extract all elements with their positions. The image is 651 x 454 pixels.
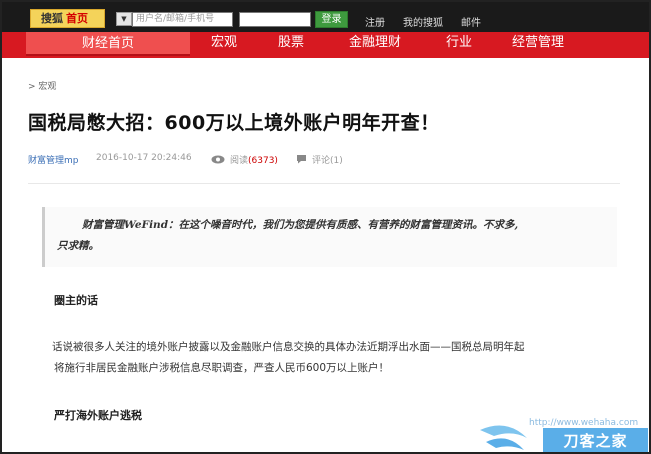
watermark-url: http://www.wehaha.com bbox=[529, 418, 639, 428]
main-nav: 财经首页 宏观 股票 金融理财 行业 经营管理 bbox=[2, 32, 649, 58]
nav-item-finance[interactable]: 金融理财 bbox=[349, 32, 401, 58]
password-input[interactable] bbox=[239, 12, 311, 27]
paragraph-line: 将施行非居民金融账户涉税信息尽职调查，严查人民币600万以上账户！ bbox=[54, 362, 390, 374]
my-sohu-link[interactable]: 我的搜狐 bbox=[403, 14, 443, 29]
nav-finance-home[interactable]: 财经首页 bbox=[26, 32, 190, 56]
eye-icon bbox=[211, 155, 225, 164]
quote-line: 只求精。 bbox=[57, 240, 99, 252]
author-link[interactable]: 财富管理mp bbox=[28, 153, 78, 166]
breadcrumb[interactable]: > 宏观 bbox=[28, 79, 56, 92]
top-bar: 搜狐 首页 ▼ 用户名/邮箱/手机号 登录 注册 我的搜狐 邮件 bbox=[2, 2, 649, 32]
mail-link[interactable]: 邮件 bbox=[461, 14, 481, 29]
section-heading: 圈主的话 bbox=[54, 294, 98, 307]
publish-datetime: 2016-10-17 20:24:46 bbox=[96, 153, 192, 163]
logo-text: 搜狐 bbox=[41, 12, 63, 25]
quote-line: 财富管理WeFind：在这个噪音时代，我们为您提供有质感、有营养的财富管理资讯。… bbox=[82, 219, 519, 231]
section-heading: 严打海外账户逃税 bbox=[54, 409, 142, 422]
nav-item-industry[interactable]: 行业 bbox=[446, 32, 472, 58]
register-link[interactable]: 注册 bbox=[365, 14, 385, 29]
comment-link[interactable]: 评论(1) bbox=[312, 153, 343, 166]
quote-text: 财富管理WeFind：在这个噪音时代，我们为您提供有质感、有营养的财富管理资讯。… bbox=[57, 215, 612, 257]
username-input[interactable]: 用户名/邮箱/手机号 bbox=[132, 12, 233, 27]
paragraph-line: 话说被很多人关注的境外账户披露以及金融账户信息交换的具体办法近期浮出水面——国税… bbox=[52, 341, 525, 353]
nav-item-stocks[interactable]: 股票 bbox=[278, 32, 304, 58]
watermark-brand: 刀客之家 bbox=[543, 428, 648, 452]
login-button[interactable]: 登录 bbox=[315, 11, 348, 28]
article-paragraph: 话说被很多人关注的境外账户披露以及金融账户信息交换的具体办法近期浮出水面——国税… bbox=[52, 337, 624, 379]
read-label: 阅读 bbox=[230, 156, 249, 166]
read-number: (6373) bbox=[248, 156, 278, 166]
intro-quote: 财富管理WeFind：在这个噪音时代，我们为您提供有质感、有营养的财富管理资讯。… bbox=[42, 207, 617, 267]
sohu-logo[interactable]: 搜狐 首页 bbox=[30, 9, 105, 28]
comment-icon bbox=[297, 155, 306, 164]
nav-item-management[interactable]: 经营管理 bbox=[512, 32, 564, 58]
read-count: 阅读(6373) bbox=[230, 153, 278, 166]
article-title: 国税局憋大招：600万以上境外账户明年开查！ bbox=[28, 112, 440, 134]
nav-item-macro[interactable]: 宏观 bbox=[211, 32, 237, 58]
divider bbox=[28, 183, 620, 184]
account-type-dropdown[interactable]: ▼ bbox=[116, 12, 132, 26]
screenshot-frame: 搜狐 首页 ▼ 用户名/邮箱/手机号 登录 注册 我的搜狐 邮件 财经首页 宏观 … bbox=[0, 0, 651, 454]
logo-home-text: 首页 bbox=[66, 12, 88, 25]
